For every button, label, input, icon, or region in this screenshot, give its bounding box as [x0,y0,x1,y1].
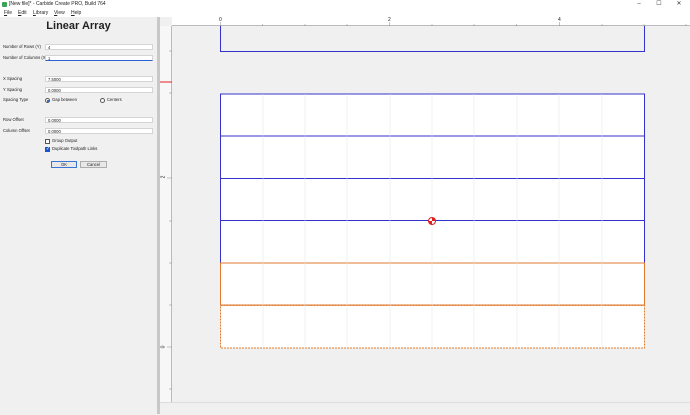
y-spacing-input[interactable]: 0.0000 [45,87,153,93]
x-spacing-label: X Spacing [3,76,23,81]
row-offset-label: Row Offset [3,117,24,122]
linear-array-panel: Linear Array Number of Rows (Y) 4 Number… [0,17,157,414]
menu-file[interactable]: File [4,9,12,17]
maximize-button[interactable]: ☐ [652,0,666,9]
rows-input[interactable]: 4 [45,44,153,50]
centers-radio[interactable] [100,98,105,103]
columns-input[interactable]: 1 [45,55,153,61]
menu-help[interactable]: Help [71,9,81,17]
window-title: [New file]* - Carbide Create PRO, Build … [9,1,106,7]
column-offset-input[interactable]: 0.0000 [45,128,153,134]
row-offset-input[interactable]: 0.0000 [45,117,153,123]
title-bar: [New file]* - Carbide Create PRO, Build … [0,0,690,9]
status-bar [160,402,690,415]
panel-title: Linear Array [46,20,111,32]
left-ruler: 2 0 [160,26,172,402]
top-ruler: 0 2 4 [172,17,690,26]
group-output-label: Group Output [52,138,78,143]
menu-view[interactable]: View [54,9,65,17]
ruler-label-x0: 0 [219,17,222,23]
ruler-label-x4: 4 [558,17,561,23]
y-spacing-label: Y Spacing [3,87,23,92]
ruler-label-x2: 2 [388,17,391,23]
group-output-checkbox[interactable] [45,139,50,144]
gap-between-radio[interactable] [45,98,50,103]
ruler-label-y0: 0 [160,345,167,349]
top-ruler-ticks [220,22,687,26]
ruler-label-y2: 2 [160,175,167,179]
gap-between-label: Gap between [52,97,77,102]
minimize-button[interactable]: – [632,0,646,9]
duplicate-toolpath-label: Duplicate Toolpath Links [52,146,98,151]
menu-library[interactable]: Library [33,9,48,17]
menu-bar: File Edit Library View Help [0,9,690,17]
menu-edit[interactable]: Edit [18,9,27,17]
column-offset-label: Column Offset [3,128,30,133]
app-icon [2,2,7,7]
rows-label: Number of Rows (Y) [3,44,41,49]
design-canvas[interactable] [160,17,690,402]
ok-button[interactable]: OK [51,161,77,168]
x-spacing-input[interactable]: 7.5000 [45,76,153,82]
columns-label: Number of Columns (X) [3,55,47,60]
centers-label: Centers [107,97,122,102]
spacing-type-label: Spacing Type [3,97,29,102]
duplicate-toolpath-checkbox[interactable] [45,146,50,152]
cancel-button[interactable]: Cancel [80,161,107,168]
close-button[interactable]: ✕ [672,0,686,9]
